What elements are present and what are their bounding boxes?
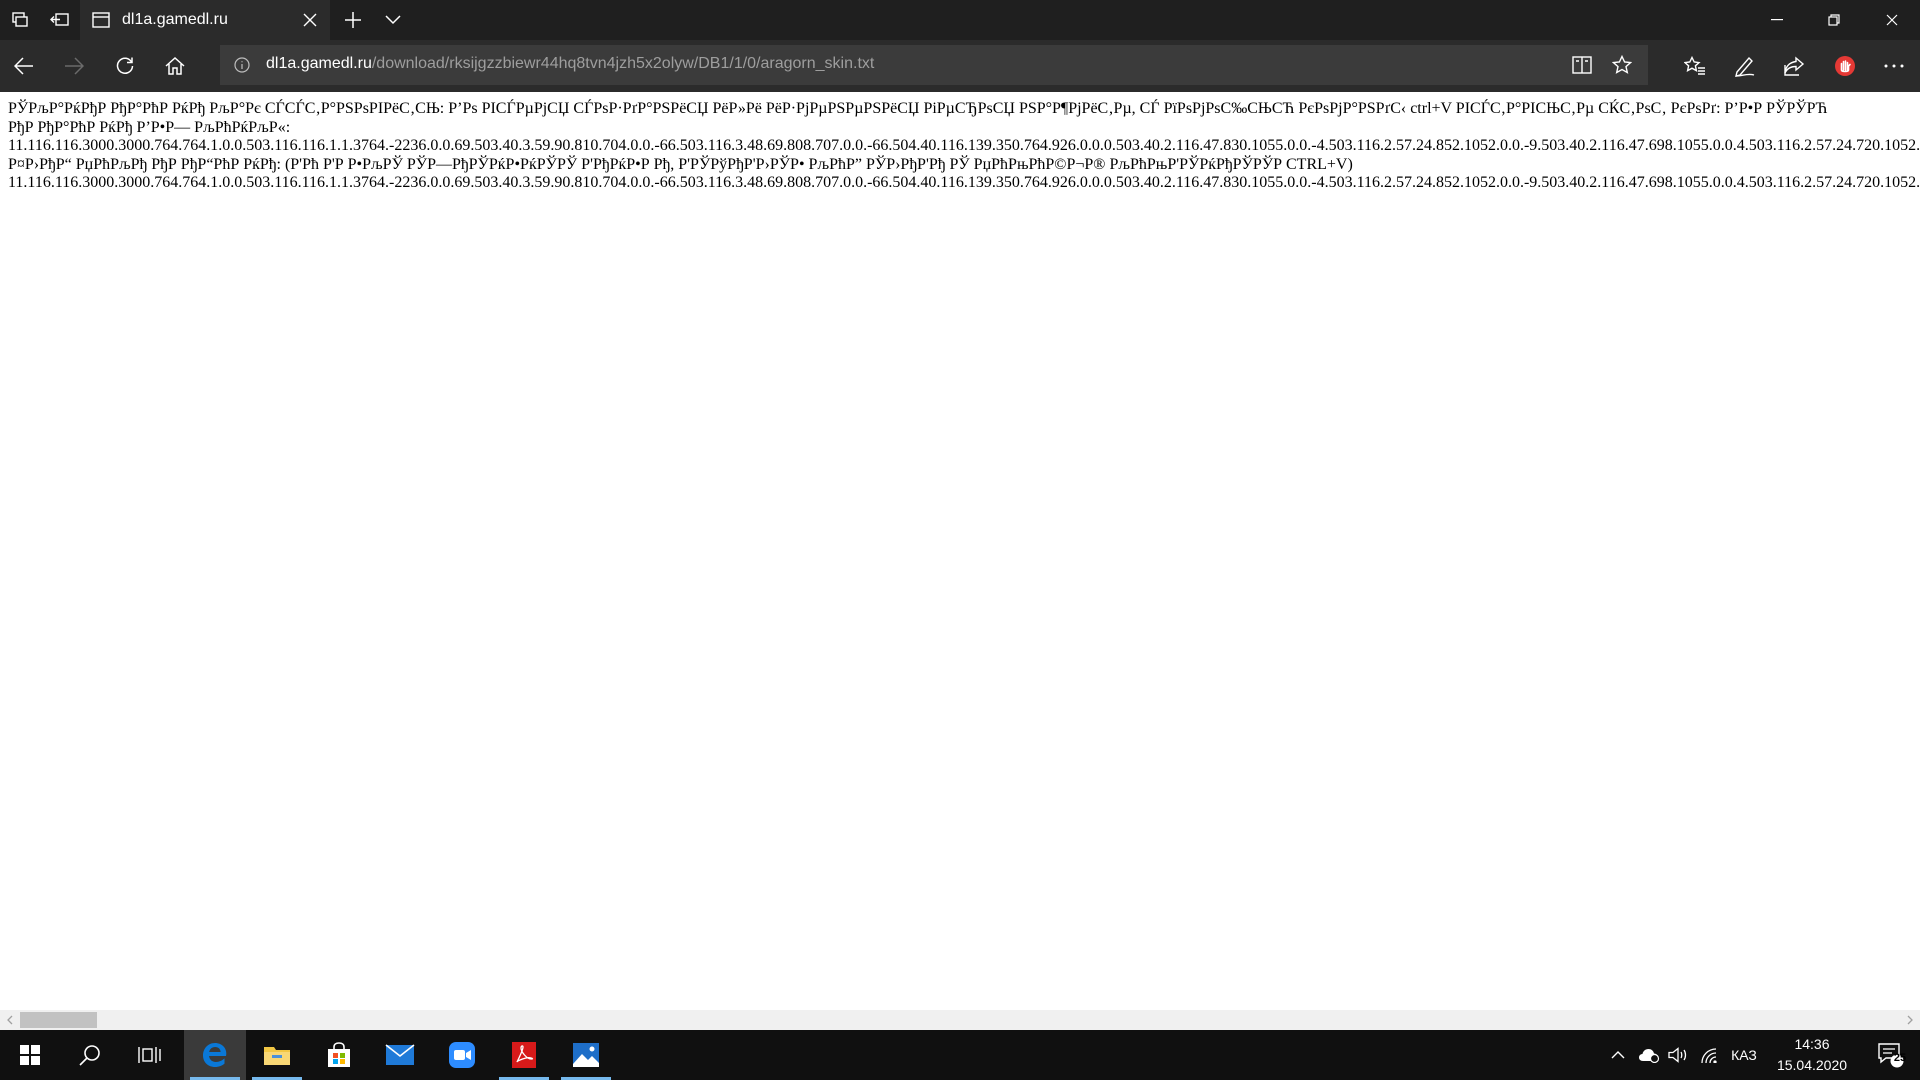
- action-center-button[interactable]: 25: [1862, 1030, 1920, 1080]
- clock-date: 15.04.2020: [1776, 1057, 1848, 1073]
- navigation-bar: dl1a.gamedl.ru/download/rksijgzzbiewr44h…: [0, 40, 1920, 92]
- windows-logo-icon: [20, 1045, 40, 1065]
- store-bag-icon: [328, 1042, 350, 1067]
- close-icon: [303, 13, 317, 27]
- folder-icon: [264, 1047, 290, 1065]
- taskbar-app-acrobat[interactable]: [493, 1030, 555, 1080]
- wifi-icon: [1701, 1048, 1717, 1063]
- taskbar-app-edge[interactable]: [184, 1030, 246, 1080]
- task-view-icon: [138, 1047, 161, 1063]
- chevron-right-icon: [1907, 1015, 1913, 1025]
- tab-title: dl1a.gamedl.ru: [122, 11, 228, 28]
- text-line: Р¤Р›РђР“ РџРћРљРђ РђР РђР“РћР РќРђ: (Р'Р…: [8, 155, 1353, 173]
- book-icon: [1572, 56, 1592, 74]
- cloud-sync-icon: [1639, 1049, 1660, 1063]
- start-button[interactable]: [0, 1030, 60, 1080]
- text-line: 11.116.116.3000.3000.764.764.1.0.0.503.1…: [8, 174, 1920, 191]
- network-tray-button[interactable]: [1694, 1030, 1724, 1080]
- address-bar[interactable]: dl1a.gamedl.ru/download/rksijgzzbiewr44h…: [220, 45, 1648, 85]
- minimize-button[interactable]: [1749, 0, 1805, 40]
- share-button[interactable]: [1772, 46, 1816, 86]
- acrobat-pdf-icon: [512, 1042, 536, 1068]
- onedrive-tray-button[interactable]: [1634, 1030, 1664, 1080]
- page-content: РЎРљР°РќРђР РђР°РћР РќРђ РљР°Рє СЃСЃС‚Р°…: [0, 92, 1920, 1010]
- close-window-button[interactable]: [1864, 0, 1920, 40]
- set-tabs-aside-button[interactable]: [40, 0, 80, 40]
- mail-icon: [385, 1044, 415, 1065]
- page-favicon-icon: [92, 11, 110, 29]
- taskbar-app-mail[interactable]: [369, 1030, 431, 1080]
- search-icon: [79, 1045, 100, 1066]
- refresh-button[interactable]: [105, 46, 145, 86]
- home-icon: [165, 56, 185, 75]
- restore-button[interactable]: [1806, 0, 1862, 40]
- tab-actions-button[interactable]: [0, 0, 40, 40]
- favorites-hub-button[interactable]: [1673, 46, 1717, 86]
- add-notes-button[interactable]: [1723, 46, 1767, 86]
- taskbar-app-zoom[interactable]: [431, 1030, 493, 1080]
- star-icon: [1612, 55, 1632, 74]
- text-line: РЎРљР°РќРђР РђР°РћР РќРђ РљР°Рє СЃСЃС‚Р°…: [8, 100, 1828, 117]
- task-view-button[interactable]: [120, 1030, 180, 1080]
- reading-view-button[interactable]: [1562, 45, 1602, 85]
- more-icon: [1884, 64, 1904, 68]
- home-button[interactable]: [155, 46, 195, 86]
- taskbar-app-file-explorer[interactable]: [246, 1030, 308, 1080]
- arrow-left-icon: [14, 57, 33, 75]
- chevron-left-icon: [7, 1015, 13, 1025]
- scroll-left-button[interactable]: [0, 1010, 20, 1030]
- search-button[interactable]: [60, 1030, 120, 1080]
- zoom-video-icon: [449, 1042, 475, 1068]
- text-line: 11.116.116.3000.3000.764.764.1.0.0.503.1…: [8, 137, 1920, 154]
- clock-button[interactable]: 14:36 15.04.2020: [1764, 1034, 1860, 1076]
- forward-button[interactable]: [54, 46, 94, 86]
- back-button[interactable]: [4, 46, 44, 86]
- title-bar: dl1a.gamedl.ru: [0, 0, 1920, 40]
- favorites-icon: [1684, 56, 1705, 75]
- refresh-icon: [116, 57, 134, 74]
- url-path: /download/rksijgzzbiewr44hq8tvn4jzh5x2ol…: [371, 55, 875, 72]
- minimize-icon: [1771, 19, 1783, 21]
- chevron-down-icon: [385, 15, 401, 25]
- url-host: dl1a.gamedl.ru: [266, 55, 372, 72]
- set-tabs-aside-icon: [50, 13, 69, 26]
- speaker-icon: [1668, 1047, 1687, 1063]
- taskbar-app-store[interactable]: [308, 1030, 370, 1080]
- taskbar-app-photos[interactable]: [555, 1030, 617, 1080]
- tab-actions-icon: [12, 12, 28, 27]
- close-icon: [1886, 14, 1898, 26]
- show-hidden-icons-button[interactable]: [1604, 1030, 1632, 1080]
- tab-preview-button[interactable]: [373, 0, 413, 40]
- adblock-hand-icon: [1835, 56, 1855, 76]
- notification-count-badge: 25: [1893, 1052, 1907, 1064]
- add-favorite-button[interactable]: [1602, 45, 1642, 85]
- plus-icon: [345, 12, 361, 28]
- edge-browser-icon: [203, 1043, 227, 1067]
- volume-tray-button[interactable]: [1664, 1030, 1692, 1080]
- pen-icon: [1735, 56, 1755, 77]
- scroll-right-button[interactable]: [1900, 1010, 1920, 1030]
- tab-close-button[interactable]: [292, 0, 328, 40]
- scrollbar-thumb[interactable]: [20, 1012, 97, 1028]
- share-icon: [1784, 56, 1805, 76]
- adblock-extension-button[interactable]: [1823, 46, 1867, 86]
- url-text[interactable]: dl1a.gamedl.ru/download/rksijgzzbiewr44h…: [266, 55, 874, 73]
- plain-text-document: РЎРљР°РќРђР РђР°РћР РќРђ РљР°Рє СЃСЃС‚Р°…: [8, 100, 1920, 193]
- text-line: РђР РђР°РћР РќРђ Р’Р•Р— РљРћРќРљР«:: [8, 118, 291, 136]
- chevron-up-icon: [1611, 1051, 1625, 1059]
- new-tab-button[interactable]: [333, 0, 373, 40]
- clock-time: 14:36: [1794, 1036, 1830, 1052]
- tab-gamedl[interactable]: dl1a.gamedl.ru: [80, 0, 330, 40]
- arrow-right-icon: [65, 57, 84, 75]
- settings-more-button[interactable]: [1872, 46, 1916, 86]
- site-info-icon[interactable]: [232, 55, 252, 75]
- horizontal-scrollbar[interactable]: [0, 1010, 1920, 1030]
- input-language-button[interactable]: КАЗ: [1724, 1030, 1764, 1080]
- photos-icon: [573, 1043, 599, 1067]
- restore-icon: [1828, 14, 1840, 26]
- taskbar: КАЗ 14:36 15.04.2020 25: [0, 1030, 1920, 1080]
